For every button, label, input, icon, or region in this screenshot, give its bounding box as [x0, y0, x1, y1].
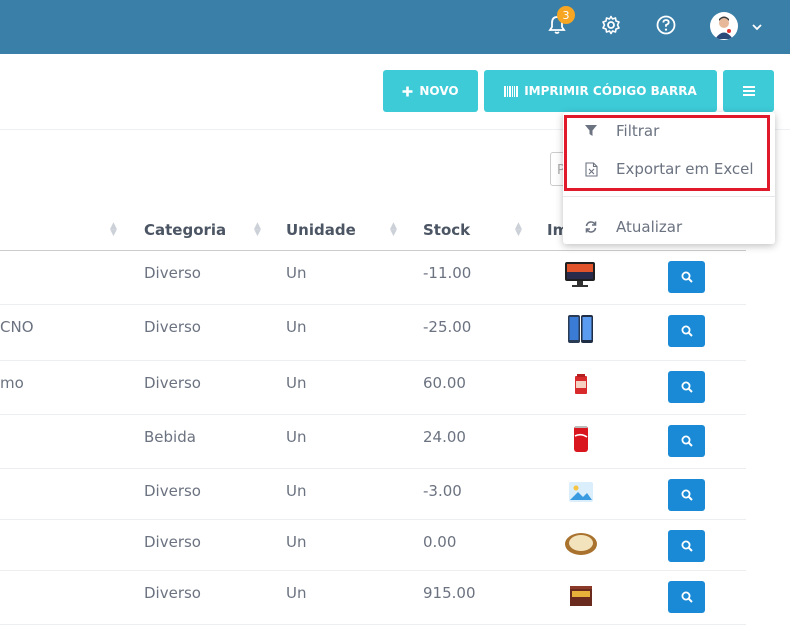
- cell-unit: Un: [286, 360, 423, 415]
- plus-icon: [402, 86, 413, 96]
- cell-name: [0, 414, 144, 469]
- sort-icon: ▲ ▼: [254, 221, 261, 238]
- table-row: Diverso Un -3.00: [0, 468, 746, 520]
- menu-item-label: Atualizar: [616, 218, 683, 236]
- search-icon: [681, 591, 693, 603]
- gear-icon[interactable]: [598, 12, 624, 38]
- cell-unit: Un: [286, 468, 423, 520]
- table-row: Diverso Un 0.00: [0, 519, 746, 571]
- table-row: Bebida Un 24.00: [0, 414, 746, 469]
- cell-category: Diverso: [144, 250, 286, 305]
- notification-badge: 3: [557, 6, 575, 24]
- cell-category: Bebida: [144, 414, 286, 469]
- top-bar: 3: [0, 0, 790, 54]
- cell-image: [547, 414, 668, 469]
- search-icon: [681, 540, 693, 552]
- menu-toggle-button[interactable]: [723, 70, 774, 112]
- search-icon: [681, 325, 693, 337]
- sort-icon: ▲ ▼: [390, 221, 397, 238]
- cell-name: [0, 570, 144, 625]
- cell-category: Diverso: [144, 570, 286, 625]
- cell-image: [547, 519, 668, 571]
- cell-image: [547, 250, 668, 305]
- cell-action: [668, 519, 746, 571]
- cell-stock: 0.00: [423, 519, 547, 571]
- view-button[interactable]: [668, 370, 705, 403]
- table-row: Diverso Un 915.00: [0, 570, 746, 625]
- barcode-icon: [504, 85, 519, 97]
- menu-item-refresh[interactable]: Atualizar: [563, 210, 775, 244]
- avatar[interactable]: [710, 12, 738, 40]
- column-header-name[interactable]: ▲ ▼: [0, 210, 144, 251]
- cell-image: [547, 570, 668, 625]
- chevron-down-icon[interactable]: [751, 18, 763, 37]
- new-button-label: NOVO: [419, 84, 459, 98]
- cell-action: [668, 360, 746, 415]
- cell-action: [668, 250, 746, 305]
- cell-unit: Un: [286, 570, 423, 625]
- cell-name: [0, 250, 144, 305]
- box-image: [570, 585, 592, 606]
- products-table: ▲ ▼ Categoria ▲ ▼ Unidade ▲ ▼ Stock ▲ ▼ Im Dive…: [0, 210, 746, 625]
- highlight-box: [564, 115, 770, 191]
- cell-name: mo: [0, 360, 144, 415]
- cell-stock: 60.00: [423, 360, 547, 415]
- cell-image: [547, 360, 668, 415]
- search-icon: [681, 381, 693, 393]
- help-icon[interactable]: [653, 12, 679, 38]
- cell-name: CNO: [0, 304, 144, 361]
- monitor-image: [565, 261, 595, 287]
- cell-category: Diverso: [144, 360, 286, 415]
- table-row: mo Diverso Un 60.00: [0, 360, 746, 415]
- print-barcode-label: IMPRIMIR CÓDIGO BARRA: [524, 84, 697, 98]
- cell-category: Diverso: [144, 519, 286, 571]
- hamburger-icon: [742, 86, 755, 96]
- cell-name: [0, 519, 144, 571]
- view-button[interactable]: [668, 478, 705, 511]
- table-row: Diverso Un -11.00: [0, 250, 746, 305]
- bread-image: [565, 532, 597, 555]
- cell-image: [547, 468, 668, 520]
- new-button[interactable]: NOVO: [383, 70, 478, 112]
- view-button[interactable]: [668, 529, 705, 562]
- search-icon: [681, 489, 693, 501]
- cell-name: [0, 468, 144, 520]
- refresh-icon: [583, 219, 599, 235]
- sort-icon: ▲ ▼: [515, 221, 522, 238]
- cell-stock: -25.00: [423, 304, 547, 361]
- cell-unit: Un: [286, 414, 423, 469]
- placeholder-image-icon: [569, 481, 593, 502]
- menu-divider: [563, 196, 775, 197]
- view-button[interactable]: [668, 260, 705, 293]
- view-button[interactable]: [668, 580, 705, 613]
- cell-stock: -11.00: [423, 250, 547, 305]
- view-button[interactable]: [668, 424, 705, 457]
- cell-stock: 915.00: [423, 570, 547, 625]
- sort-icon: ▲ ▼: [110, 221, 117, 238]
- cell-category: Diverso: [144, 468, 286, 520]
- phone-image: [568, 314, 593, 343]
- search-icon: [681, 271, 693, 283]
- can-image: [574, 425, 588, 452]
- column-header-stock[interactable]: Stock ▲ ▼: [423, 210, 547, 251]
- cell-action: [668, 304, 746, 361]
- print-barcode-button[interactable]: IMPRIMIR CÓDIGO BARRA: [484, 70, 717, 112]
- view-button[interactable]: [668, 314, 705, 347]
- column-header-unit[interactable]: Unidade ▲ ▼: [286, 210, 423, 251]
- cell-action: [668, 468, 746, 520]
- cell-category: Diverso: [144, 304, 286, 361]
- cell-image: [547, 304, 668, 361]
- cell-unit: Un: [286, 304, 423, 361]
- cell-stock: -3.00: [423, 468, 547, 520]
- cell-unit: Un: [286, 519, 423, 571]
- package-image: [575, 373, 587, 394]
- column-header-category[interactable]: Categoria ▲ ▼: [144, 210, 286, 251]
- table-row: CNO Diverso Un -25.00: [0, 304, 746, 361]
- cell-stock: 24.00: [423, 414, 547, 469]
- cell-unit: Un: [286, 250, 423, 305]
- search-icon: [681, 435, 693, 447]
- cell-action: [668, 570, 746, 625]
- cell-action: [668, 414, 746, 469]
